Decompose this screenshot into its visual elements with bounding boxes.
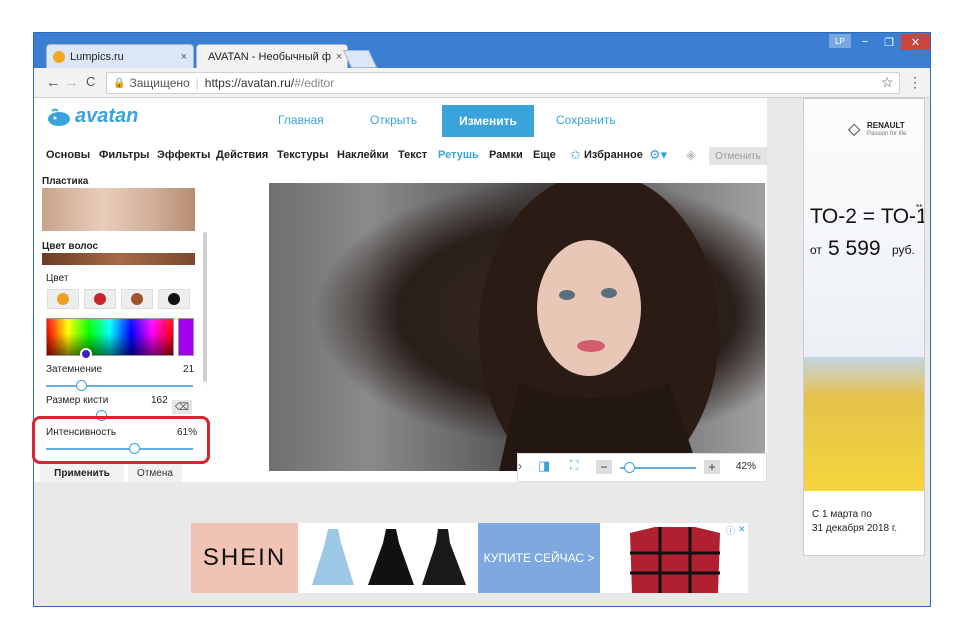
darkening-label: Затемнение (46, 364, 103, 375)
reload-icon[interactable]: C (86, 74, 95, 89)
ad-headline: ТО-2 = ТО-1 (810, 205, 925, 228)
nav-save[interactable]: Сохранить (556, 113, 616, 127)
menu-basics[interactable]: Основы (46, 149, 90, 161)
ad-period-line2: 31 декабря 2018 г. (812, 523, 898, 534)
ad-asterisk: ** (916, 203, 923, 212)
menu-textures[interactable]: Текстуры (277, 149, 329, 161)
color-label: Цвет (46, 273, 69, 284)
more-vert-icon[interactable]: ⋮ (908, 74, 922, 91)
swatch-blonde[interactable] (47, 289, 79, 309)
nav-edit-button[interactable]: Изменить (442, 105, 534, 137)
plastika-thumbnail[interactable] (42, 188, 195, 231)
shop-now-button[interactable]: КУПИТЕ СЕЙЧАС > (478, 523, 600, 593)
eraser-icon[interactable]: ⌫ (172, 400, 192, 414)
menu-favorites[interactable]: Избранное (584, 149, 643, 161)
compare-icon[interactable]: ◨ (538, 458, 550, 474)
ad-price: 5 599 (828, 237, 881, 260)
url-path: #/editor (294, 76, 335, 90)
hair-swatch-icon (94, 293, 106, 305)
back-icon[interactable]: ← (46, 74, 61, 91)
ad-price-suffix: руб. (892, 243, 915, 257)
ad-dresses-image (298, 523, 478, 593)
section-hair-color-title: Цвет волос (42, 241, 99, 252)
apply-button[interactable]: Применить (40, 464, 124, 482)
tab-close-icon[interactable]: × (336, 51, 342, 63)
lock-icon: 🔒 (113, 77, 126, 89)
renault-logo-icon: ◇ (848, 121, 861, 138)
menu-effects[interactable]: Эффекты (157, 149, 210, 161)
lumpics-favicon-icon (53, 50, 65, 63)
darkening-slider-handle[interactable] (76, 380, 87, 391)
hair-color-thumbnail[interactable] (42, 253, 195, 265)
layers-icon[interactable]: ◈ (686, 147, 696, 163)
cancel-button[interactable]: Отмена (128, 464, 182, 482)
portrait-image (479, 183, 719, 471)
settings-gear-icon[interactable]: ⚙▾ (649, 147, 667, 163)
menu-frames[interactable]: Рамки (489, 149, 523, 161)
ad-period-line1: С 1 марта по (812, 509, 872, 520)
ad-kids-image (804, 357, 924, 491)
color-picker-handle[interactable] (80, 348, 92, 360)
avatan-logo[interactable]: avatan (46, 105, 138, 128)
close-window-button[interactable]: ✕ (901, 34, 930, 50)
star-icon[interactable]: ☆ (881, 74, 894, 91)
address-bar[interactable]: 🔒 Защищено | https://avatan.ru/ #/editor (106, 72, 900, 94)
menu-stickers[interactable]: Наклейки (337, 149, 389, 161)
selected-color-preview (178, 318, 194, 356)
darkening-value: 21 (183, 364, 195, 375)
separator: | (195, 76, 199, 90)
shein-ad[interactable]: SHEIN КУПИТЕ СЕЙЧАС > ⓘ ✕ (191, 523, 748, 593)
menu-text[interactable]: Текст (398, 149, 427, 161)
tab-close-icon[interactable]: × (181, 51, 187, 63)
intensity-highlight-frame (32, 416, 210, 464)
chevron-right-icon[interactable]: › (518, 459, 522, 473)
restore-button[interactable]: ❐ (877, 34, 901, 50)
menu-actions[interactable]: Действия (216, 149, 268, 161)
ad-brand: RENAULT (867, 121, 905, 130)
zoom-slider-handle[interactable] (624, 462, 635, 473)
menu-more[interactable]: Еще (533, 149, 556, 161)
zoom-percent: 42% (736, 461, 757, 472)
darkening-slider[interactable] (46, 385, 193, 387)
whale-icon (48, 108, 70, 126)
hair-swatch-icon (168, 293, 180, 305)
swatch-red[interactable] (84, 289, 116, 309)
zoom-in-button[interactable]: + (704, 460, 720, 474)
swatch-black[interactable] (158, 289, 190, 309)
url-host: https://avatan.ru/ (204, 76, 295, 90)
panel-scrollbar[interactable] (203, 232, 207, 382)
minimize-button[interactable]: − (853, 34, 877, 50)
palette-shade (47, 319, 173, 355)
ad-price-prefix: от (810, 243, 822, 257)
logo-text: avatan (75, 105, 139, 127)
section-plastika-title: Пластика (42, 176, 89, 187)
undo-button[interactable]: Отменить (709, 147, 767, 165)
ad-info-icon[interactable]: ⓘ (726, 524, 735, 537)
tab-lumpics[interactable]: Lumpics.ru × (46, 44, 194, 68)
shein-logo: SHEIN (191, 523, 298, 593)
secure-label: Защищено (129, 76, 190, 90)
nav-home[interactable]: Главная (278, 113, 324, 127)
dresses-illustration (312, 529, 466, 585)
nav-open[interactable]: Открыть (370, 113, 417, 127)
menu-filters[interactable]: Фильтры (99, 149, 149, 161)
renault-ad[interactable]: ◇ RENAULT Passion for life ТО-2 = ТО-1 *… (803, 98, 925, 556)
zoom-out-button[interactable]: − (596, 460, 612, 474)
brush-size-value: 162 (151, 395, 168, 406)
tab-title: AVATAN - Необычный ф (208, 50, 331, 63)
hair-swatch-icon (57, 293, 69, 305)
forward-icon[interactable]: → (64, 74, 79, 91)
profile-badge[interactable]: LP (829, 34, 851, 48)
menu-retouch[interactable]: Ретушь (438, 149, 479, 161)
favorites-star-icon: ✩ (570, 147, 581, 162)
hair-swatch-icon (131, 293, 143, 305)
tab-title: Lumpics.ru (70, 50, 124, 63)
ad-tagline: Passion for life (867, 131, 907, 137)
fit-screen-icon[interactable]: ⛶ (570, 458, 578, 473)
swatch-brown[interactable] (121, 289, 153, 309)
ad-close-icon[interactable]: ✕ (738, 524, 746, 535)
brush-size-label: Размер кисти (46, 395, 109, 406)
tab-avatan[interactable]: AVATAN - Необычный ф × (196, 44, 348, 68)
photo-canvas[interactable] (269, 183, 765, 471)
